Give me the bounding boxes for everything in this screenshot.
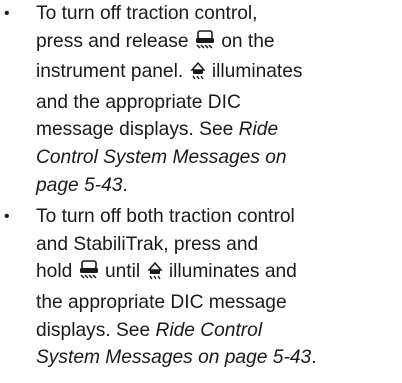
text-line: message displays. See Ride: [36, 119, 279, 141]
text-line: To turn off both traction control: [36, 206, 295, 228]
traction-off-icon: [78, 260, 100, 289]
list-item: • To turn off traction control, press an…: [0, 0, 402, 199]
text-line: System Messages on page 5-43.: [36, 347, 317, 369]
text-line: the appropriate DIC message: [36, 291, 287, 313]
instruction-list: • To turn off traction control, press an…: [0, 0, 402, 372]
cross-reference: System Messages on page 5-43: [36, 347, 312, 369]
bullet: •: [4, 5, 10, 22]
text-line: To turn off traction control,: [36, 3, 258, 24]
cross-reference: page 5-43: [36, 174, 123, 196]
traction-light-icon: [146, 260, 164, 289]
text-line: page 5-43.: [36, 174, 128, 196]
text-line: and the appropriate DIC: [36, 91, 241, 113]
traction-light-icon: [189, 60, 207, 89]
cross-reference: Control System Messages on: [36, 146, 287, 168]
text-line: hold until illuminates and: [36, 258, 402, 289]
text-line: and StabiliTrak, press and: [36, 233, 259, 255]
bullet: •: [4, 208, 10, 226]
cross-reference: Ride Control: [155, 319, 263, 341]
cross-reference: Ride: [238, 119, 279, 141]
traction-off-icon: [194, 29, 216, 59]
text-line: displays. See Ride Control: [36, 319, 263, 341]
text-line: Control System Messages on: [36, 144, 402, 172]
list-item: • To turn off both traction control and …: [0, 203, 402, 372]
text-line: press and release on the: [36, 28, 402, 59]
text-line: instrument panel. illuminates: [36, 58, 402, 89]
